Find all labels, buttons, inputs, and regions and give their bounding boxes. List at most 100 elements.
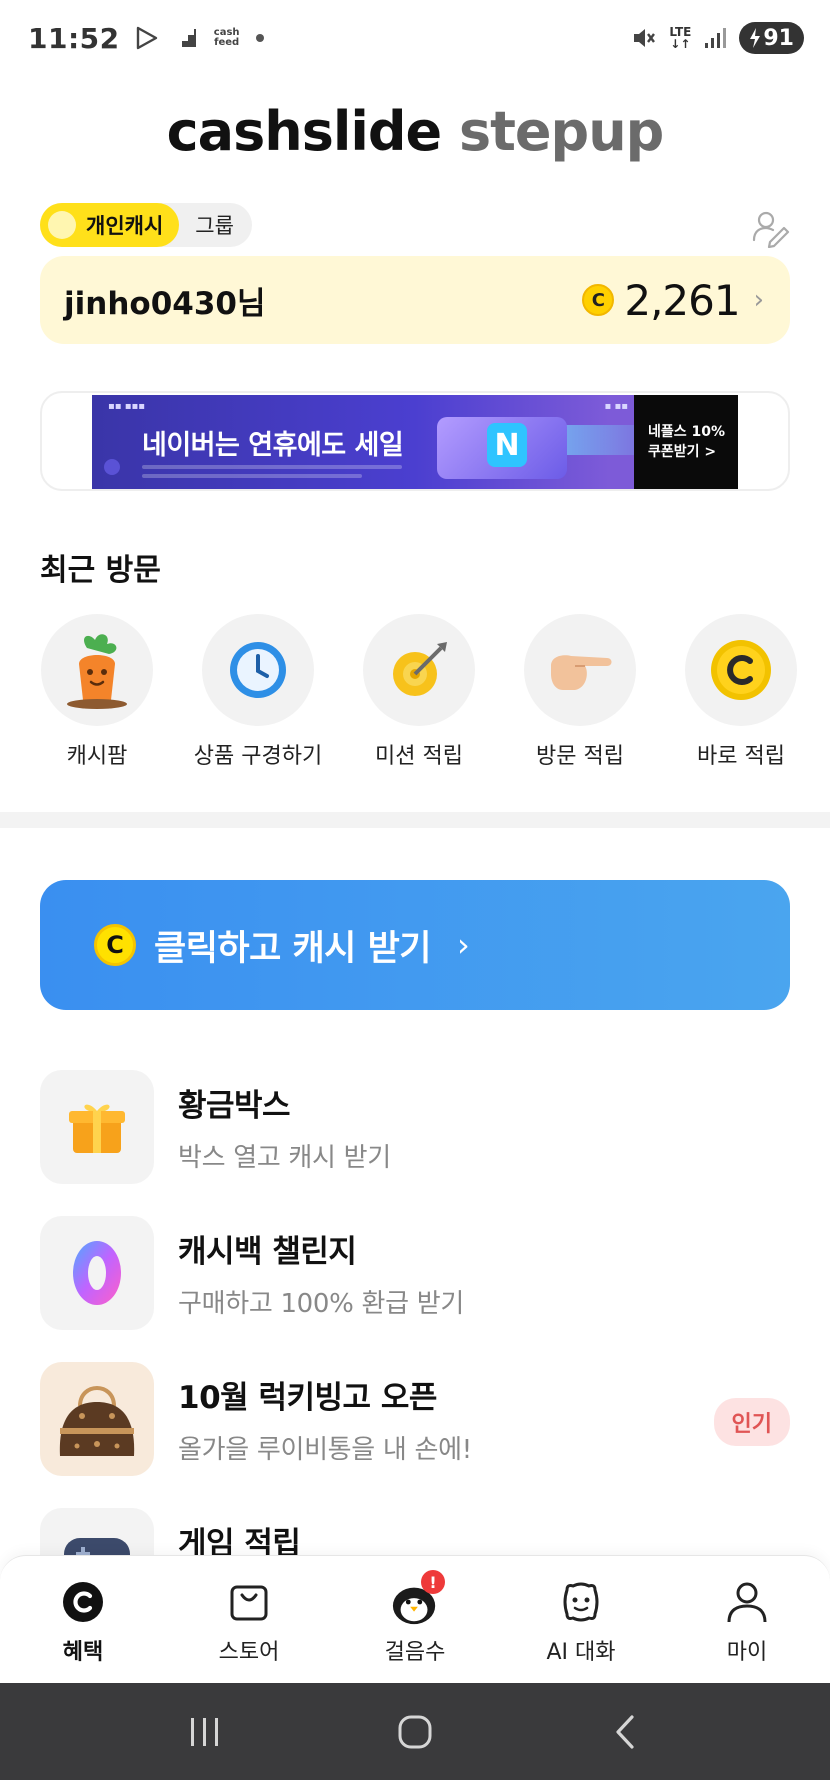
recent-item-label: 캐시팜 <box>66 744 128 769</box>
play-store-icon <box>136 26 157 50</box>
feature-text: 10월 럭키빙고 오픈 올가을 루이비통을 내 손에! <box>178 1372 472 1466</box>
recent-item-circle <box>41 614 153 726</box>
username: jinho0430님 <box>64 285 266 322</box>
mute-icon <box>634 29 656 47</box>
naver-logo-icon: N <box>487 423 527 467</box>
lte-label: LTE <box>669 25 692 39</box>
balance-group: C 2,261 › <box>582 276 764 325</box>
recent-item-mission[interactable]: 미션 적립 <box>339 614 499 770</box>
home-icon <box>398 1715 432 1748</box>
battery-level: 91 <box>763 25 794 51</box>
feature-title: 황금박스 <box>178 1088 291 1124</box>
recent-item-label: 상품 구경하기 <box>193 744 323 769</box>
recent-item-circle <box>202 614 314 726</box>
charging-icon <box>750 28 761 48</box>
feature-thumb <box>40 1070 154 1184</box>
banner-brand-mark-right: ▪ ▪▪ <box>604 401 628 412</box>
banner-cta-line2: 쿠폰받기 > <box>648 444 717 460</box>
cash-balance-card[interactable]: jinho0430님 C 2,261 › <box>40 256 790 344</box>
nav-label: 걸음수 <box>384 1640 446 1665</box>
status-right-icons: LTE ↓↑ 91 <box>631 22 804 54</box>
delivery-truck-icon: N <box>437 417 567 479</box>
nav-ai-chat[interactable]: AI 대화 <box>498 1556 664 1683</box>
recent-item-instant[interactable]: 바로 적립 <box>661 614 821 770</box>
ai-chat-icon <box>557 1578 605 1626</box>
nav-steps[interactable]: ! 걸음수 <box>332 1556 498 1683</box>
chevron-right-icon: › <box>456 926 470 964</box>
toggle-personal[interactable]: 개인캐시 <box>40 203 180 247</box>
ad-banner-container: ▪▪ ▪▪▪ ▪ ▪▪ 네이버는 연휴에도 세일 N 네플스 10% 쿠폰받기 … <box>40 391 790 491</box>
banner-cta[interactable]: 네플스 10% 쿠폰받기 > <box>634 395 738 489</box>
status-time: 11:52 <box>28 21 120 55</box>
recent-item-circle <box>685 614 797 726</box>
cash-feed-icon: cash feed <box>213 27 240 48</box>
feature-lucky-bingo[interactable]: 10월 럭키빙고 오픈 올가을 루이비통을 내 손에! 인기 <box>40 1362 790 1476</box>
banner-title: 네이버는 연휴에도 세일 <box>142 430 404 461</box>
recent-visits-row: 캐시팜 상품 구경하기 미션 적립 방문 적립 바로 적립 <box>0 614 830 774</box>
handbag-icon <box>59 1386 135 1456</box>
home-button[interactable] <box>385 1702 445 1762</box>
signal-icon <box>705 28 727 48</box>
pointing-hand-icon <box>551 655 612 690</box>
bottom-navigation: 혜택 스토어 ! 걸음수 AI 대화 마이 <box>0 1555 830 1683</box>
notification-dot-icon <box>255 34 264 42</box>
carrot-icon <box>67 634 127 709</box>
logo-primary: cashslide <box>166 100 442 163</box>
toggle-personal-label: 개인캐시 <box>86 214 164 238</box>
nav-my[interactable]: 마이 <box>664 1556 830 1683</box>
cash-type-toggle: 개인캐시 그룹 <box>40 203 252 247</box>
coin-icon <box>711 640 771 700</box>
feature-subtitle: 올가을 루이비통을 내 손에! <box>178 1435 472 1465</box>
target-icon <box>393 642 447 696</box>
nav-store[interactable]: 스토어 <box>166 1556 332 1683</box>
feature-thumb <box>40 1362 154 1476</box>
feature-thumb <box>40 1216 154 1330</box>
feature-cashback-challenge[interactable]: 캐시백 챌린지 구매하고 100% 환급 받기 <box>40 1216 790 1330</box>
feature-title: 10월 럭키빙고 오픈 <box>178 1380 437 1416</box>
banner-fine-print-2 <box>142 474 362 478</box>
alert-badge: ! <box>421 1570 445 1594</box>
system-navigation-bar <box>0 1683 830 1780</box>
status-bar: 11:52 cash feed LTE ↓↑ 91 <box>0 0 830 76</box>
nav-label: 마이 <box>726 1640 768 1665</box>
coin-icon: C <box>582 284 615 316</box>
penguin-icon: ! <box>391 1570 445 1626</box>
back-icon <box>616 1714 634 1749</box>
balance-value: 2,261 <box>624 275 740 325</box>
feature-text: 황금박스 박스 열고 캐시 받기 <box>178 1080 391 1174</box>
toggle-group[interactable]: 그룹 <box>179 210 252 240</box>
nav-benefits[interactable]: 혜택 <box>0 1556 166 1683</box>
recent-item-browse-products[interactable]: 상품 구경하기 <box>178 614 338 770</box>
battery-indicator: 91 <box>739 22 804 54</box>
recent-item-cashfarm[interactable]: 캐시팜 <box>17 614 177 770</box>
recent-item-circle <box>524 614 636 726</box>
back-button[interactable] <box>595 1702 655 1762</box>
recent-item-visit[interactable]: 방문 적립 <box>500 614 660 770</box>
nav-label: 스토어 <box>218 1640 280 1665</box>
banner-badge-icon <box>104 459 120 475</box>
coin-icon: C <box>94 924 136 966</box>
stairs-icon <box>175 29 196 47</box>
lte-indicator: LTE ↓↑ <box>669 25 692 51</box>
status-notification-icons: cash feed <box>134 25 264 51</box>
zero-icon <box>73 1241 121 1305</box>
gift-box-icon <box>69 1104 125 1153</box>
logo-secondary: stepup <box>458 100 664 163</box>
edit-profile-icon[interactable] <box>750 208 790 248</box>
feature-golden-box[interactable]: 황금박스 박스 열고 캐시 받기 <box>40 1070 790 1184</box>
click-for-cash-label: 클릭하고 캐시 받기 <box>154 928 431 969</box>
toggle-knob <box>48 211 76 239</box>
ad-banner[interactable]: ▪▪ ▪▪▪ ▪ ▪▪ 네이버는 연휴에도 세일 N 네플스 10% 쿠폰받기 … <box>92 395 738 489</box>
popular-badge: 인기 <box>713 1398 790 1446</box>
banner-cta-line1: 네플스 10% <box>648 424 726 440</box>
recent-apps-button[interactable] <box>175 1702 235 1762</box>
store-bag-icon <box>225 1578 273 1626</box>
benefit-coin-icon <box>59 1578 107 1626</box>
recent-item-label: 미션 적립 <box>375 744 463 769</box>
recent-apps-icon <box>191 1717 218 1746</box>
click-for-cash-button[interactable]: C 클릭하고 캐시 받기 › <box>40 880 790 1010</box>
banner-brand-mark: ▪▪ ▪▪▪ <box>108 401 146 412</box>
clock-icon <box>230 642 286 698</box>
chevron-right-icon: › <box>753 285 764 315</box>
nav-label: 혜택 <box>62 1640 104 1665</box>
